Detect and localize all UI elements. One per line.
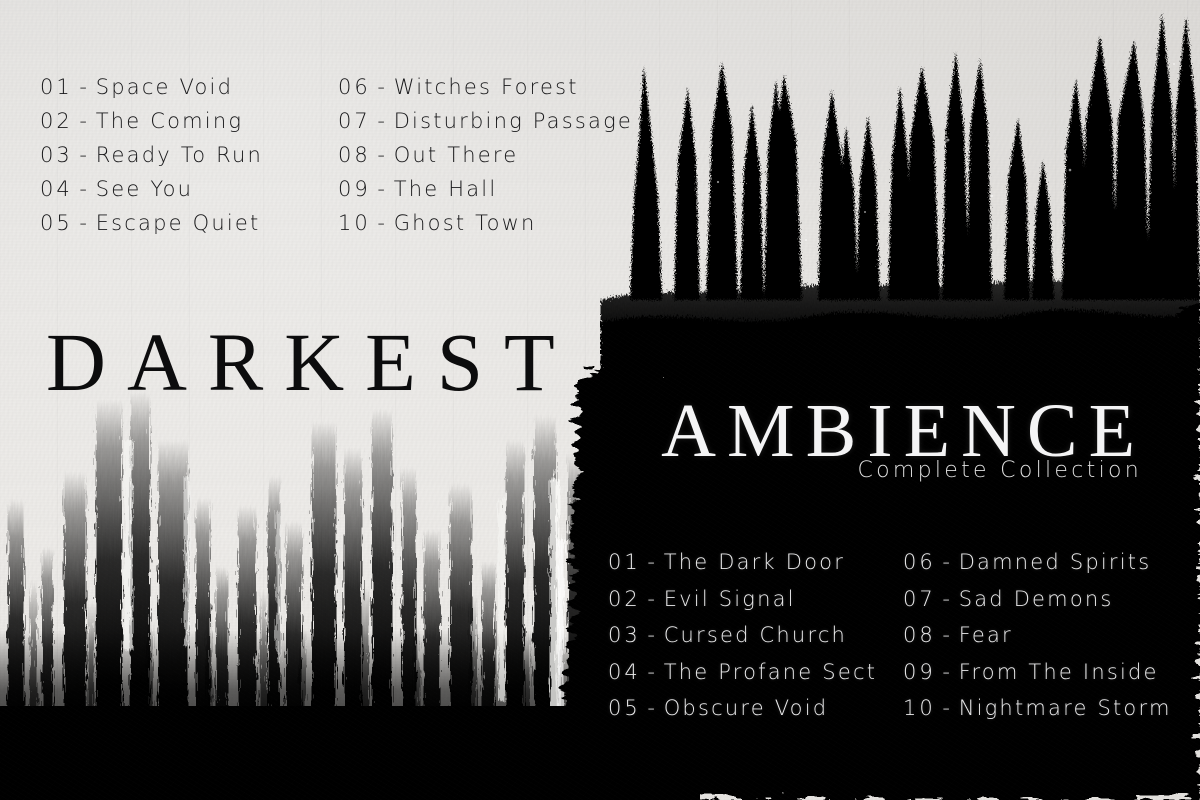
track-title: Escape Quiet [95,211,261,235]
track-separator: - [647,550,657,574]
track-row: 01 - The Dark Door [608,544,877,581]
tracklist-ambience-column-2: 06 - Damned Spirits 07 - Sad Demons 08 -… [903,544,1172,727]
track-title: Evil Signal [663,586,796,611]
track-title: Sad Demons [958,586,1114,611]
track-title: See You [95,177,194,201]
track-title: The Profane Sect [663,659,878,684]
track-number: 04 [40,177,73,201]
track-separator: - [647,696,657,720]
track-separator: - [377,211,387,235]
track-number: 03 [40,143,73,167]
track-separator: - [79,75,89,99]
track-number: 06 [903,550,936,574]
track-separator: - [942,696,952,720]
track-row: 04 - The Profane Sect [608,654,877,691]
track-separator: - [942,623,952,647]
track-separator: - [79,143,89,167]
track-number: 08 [338,143,371,167]
track-row: 08 - Fear [903,617,1172,654]
track-row: 02 - Evil Signal [608,581,877,618]
track-row: 10 - Nightmare Storm [903,690,1172,727]
track-number: 04 [608,659,641,684]
tracklist-darkest-column-2: 06 - Witches Forest 07 - Disturbing Pass… [338,70,633,240]
track-title: Obscure Void [663,696,829,720]
track-title: The Dark Door [663,550,846,574]
track-row: 03 - Ready To Run [40,138,263,172]
track-separator: - [942,659,952,684]
track-title: Cursed Church [663,623,848,647]
track-title: Ghost Town [393,211,537,235]
track-separator: - [377,177,387,201]
track-row: 07 - Disturbing Passage [338,104,633,138]
track-row: 04 - See You [40,172,263,206]
track-separator: - [377,143,387,167]
track-number: 07 [903,586,936,611]
track-number: 01 [608,550,641,574]
track-number: 02 [40,109,73,133]
track-title: Ready To Run [95,143,264,167]
track-row: 07 - Sad Demons [903,581,1172,618]
title-darkest: DARKEST [46,316,576,408]
track-number: 06 [338,75,371,99]
track-number: 05 [40,211,73,235]
track-number: 03 [608,623,641,647]
poster-content: 01 - Space Void 02 - The Coming 03 - Rea… [0,0,1200,800]
track-separator: - [377,75,387,99]
track-row: 09 - From The Inside [903,654,1172,691]
track-number: 02 [608,586,641,611]
track-separator: - [942,586,952,611]
track-separator: - [942,550,952,574]
track-number: 09 [903,659,936,684]
track-row: 03 - Cursed Church [608,617,877,654]
track-title: Witches Forest [393,75,579,99]
subtitle-complete-collection: Complete Collection [857,458,1142,483]
track-separator: - [79,211,89,235]
album-artwork-poster: 01 - Space Void 02 - The Coming 03 - Rea… [0,0,1200,800]
track-title: The Coming [95,109,244,133]
track-title: Space Void [95,75,234,99]
track-title: Fear [958,623,1013,647]
track-separator: - [647,659,657,684]
track-row: 05 - Escape Quiet [40,206,263,240]
track-number: 09 [338,177,371,201]
track-row: 10 - Ghost Town [338,206,633,240]
track-separator: - [79,109,89,133]
track-row: 06 - Witches Forest [338,70,633,104]
track-number: 10 [903,696,936,720]
track-row: 05 - Obscure Void [608,690,877,727]
track-row: 09 - The Hall [338,172,633,206]
tracklist-darkest-column-1: 01 - Space Void 02 - The Coming 03 - Rea… [40,70,263,240]
track-title: Disturbing Passage [393,109,634,133]
track-row: 02 - The Coming [40,104,263,138]
track-number: 08 [903,623,936,647]
track-number: 01 [40,75,73,99]
track-number: 05 [608,696,641,720]
track-title: Out There [393,143,519,167]
track-row: 01 - Space Void [40,70,263,104]
track-separator: - [377,109,387,133]
track-number: 07 [338,109,371,133]
track-number: 10 [338,211,371,235]
track-title: From The Inside [958,659,1159,684]
track-separator: - [79,177,89,201]
track-row: 08 - Out There [338,138,633,172]
track-title: The Hall [393,177,498,201]
track-row: 06 - Damned Spirits [903,544,1172,581]
track-title: Damned Spirits [958,550,1152,574]
track-separator: - [647,623,657,647]
tracklist-ambience-column-1: 01 - The Dark Door 02 - Evil Signal 03 -… [608,544,877,727]
track-title: Nightmare Storm [958,696,1172,720]
track-separator: - [647,586,657,611]
